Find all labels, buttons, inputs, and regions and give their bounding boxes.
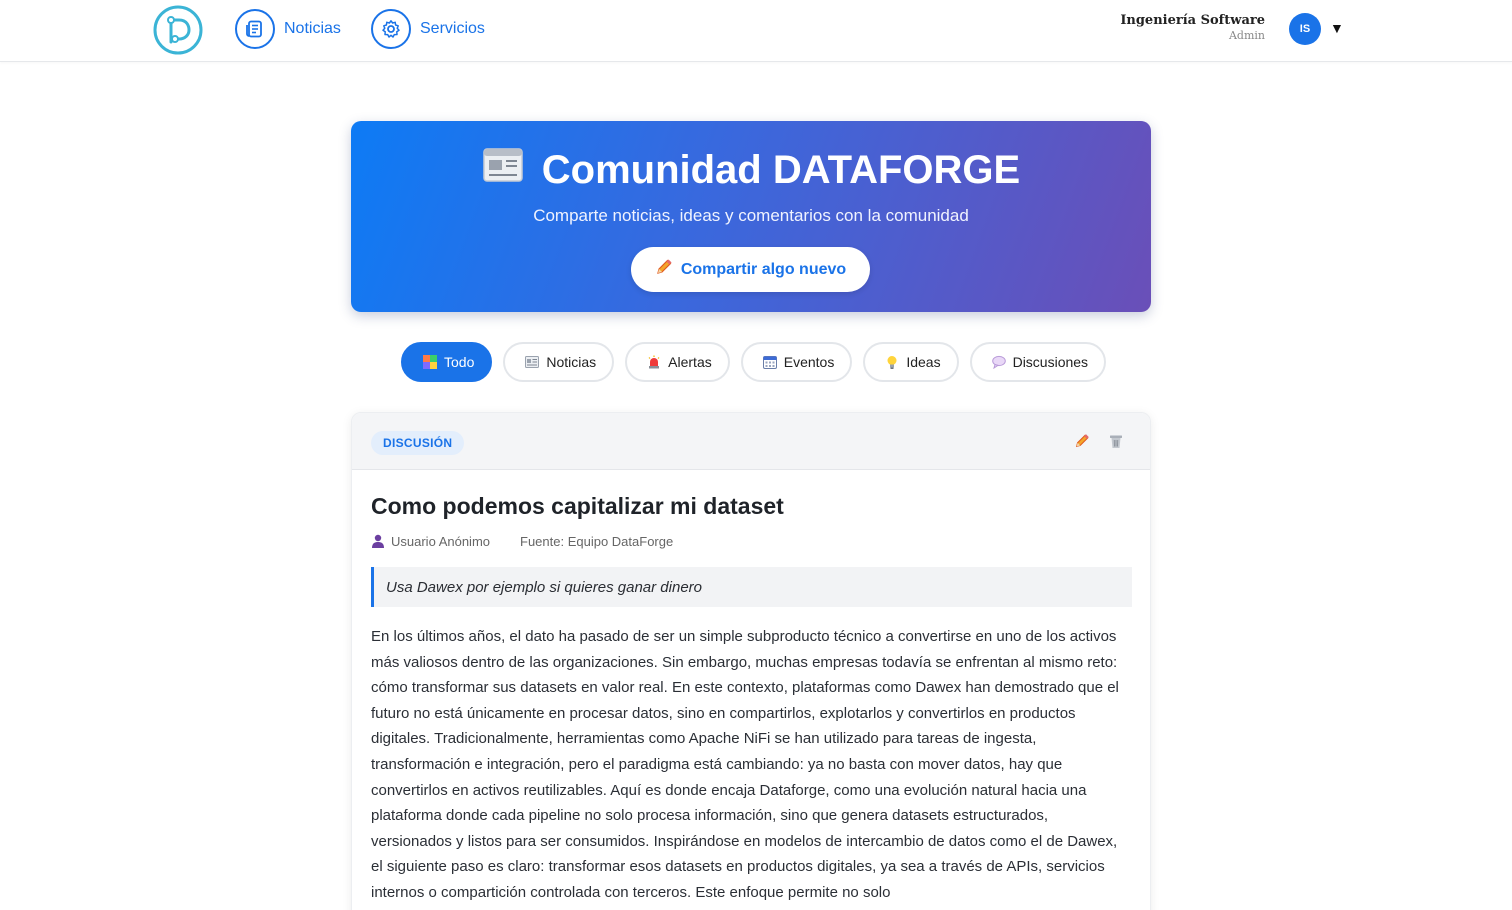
post-body: En los últimos años, el dato ha pasado d… bbox=[371, 628, 1119, 901]
post-card: DISCUSIÓN Como podemos capitalizar mi da… bbox=[351, 412, 1151, 910]
edit-post-button[interactable] bbox=[1074, 433, 1092, 451]
nav-noticias-link[interactable]: Noticias bbox=[235, 9, 341, 49]
all-icon bbox=[423, 355, 437, 369]
filter-discusiones-label: Discusiones bbox=[1012, 354, 1089, 370]
calendar-icon bbox=[762, 355, 777, 369]
post-title: Como podemos capitalizar mi dataset bbox=[371, 493, 784, 519]
filter-eventos-label: Eventos bbox=[783, 354, 835, 370]
user-name: Ingeniería Software bbox=[1120, 13, 1265, 28]
avatar[interactable]: IS bbox=[1289, 13, 1321, 45]
siren-icon bbox=[647, 355, 661, 369]
filter-alertas-label: Alertas bbox=[668, 354, 712, 370]
pencil-icon bbox=[1074, 434, 1090, 453]
gear-icon bbox=[371, 9, 411, 49]
hero-title: Comunidad DATAFORGE bbox=[541, 147, 1021, 192]
delete-post-button[interactable] bbox=[1108, 433, 1126, 451]
share-new-button[interactable]: Compartir algo nuevo bbox=[631, 247, 870, 292]
newspaper-icon bbox=[482, 147, 524, 193]
user-info[interactable]: Ingeniería Software Admin bbox=[1120, 13, 1265, 43]
lightbulb-icon bbox=[885, 355, 899, 369]
post-author: Usuario Anónimo bbox=[371, 534, 490, 549]
post-meta: Usuario Anónimo Fuente: Equipo DataForge bbox=[371, 534, 673, 549]
user-icon bbox=[371, 534, 385, 548]
speech-bubble-icon bbox=[991, 355, 1006, 369]
filter-ideas[interactable]: Ideas bbox=[863, 342, 959, 382]
post-quote: Usa Dawex por ejemplo si quieres ganar d… bbox=[371, 567, 1132, 607]
filter-discusiones[interactable]: Discusiones bbox=[969, 342, 1107, 382]
filter-noticias[interactable]: Noticias bbox=[503, 342, 615, 382]
filter-todo[interactable]: Todo bbox=[401, 342, 493, 382]
post-source: Fuente: Equipo DataForge bbox=[520, 534, 674, 549]
filter-bar: Todo Noticias Alertas Eventos Ideas Disc… bbox=[401, 342, 1107, 382]
hero-banner: Comunidad DATAFORGE Comparte noticias, i… bbox=[351, 121, 1151, 312]
filter-eventos[interactable]: Eventos bbox=[740, 342, 853, 382]
hero-title-row: Comunidad DATAFORGE bbox=[351, 147, 1151, 193]
user-role: Admin bbox=[1228, 29, 1265, 42]
filter-ideas-label: Ideas bbox=[906, 354, 941, 370]
chevron-down-icon[interactable]: ▼ bbox=[1330, 20, 1344, 36]
hero-subtitle: Comparte noticias, ideas y comentarios c… bbox=[533, 206, 969, 225]
nav-noticias-label: Noticias bbox=[284, 20, 341, 37]
pencil-icon bbox=[655, 258, 673, 281]
filter-noticias-label: Noticias bbox=[546, 354, 597, 370]
filter-alertas[interactable]: Alertas bbox=[625, 342, 730, 382]
share-new-button-label: Compartir algo nuevo bbox=[680, 260, 847, 278]
post-card-header: DISCUSIÓN bbox=[352, 413, 1150, 470]
nav-servicios-label: Servicios bbox=[420, 20, 485, 37]
post-author-name: Usuario Anónimo bbox=[391, 534, 490, 549]
dataforge-logo-icon[interactable] bbox=[152, 4, 204, 56]
trash-icon bbox=[1108, 435, 1124, 453]
top-navbar: Noticias Servicios Ingeniería Software A… bbox=[0, 0, 1512, 62]
filter-todo-label: Todo bbox=[444, 354, 475, 370]
post-category-badge: DISCUSIÓN bbox=[371, 431, 465, 455]
newspaper-icon bbox=[235, 9, 275, 49]
newspaper-icon bbox=[525, 355, 540, 369]
nav-servicios-link[interactable]: Servicios bbox=[371, 9, 485, 49]
